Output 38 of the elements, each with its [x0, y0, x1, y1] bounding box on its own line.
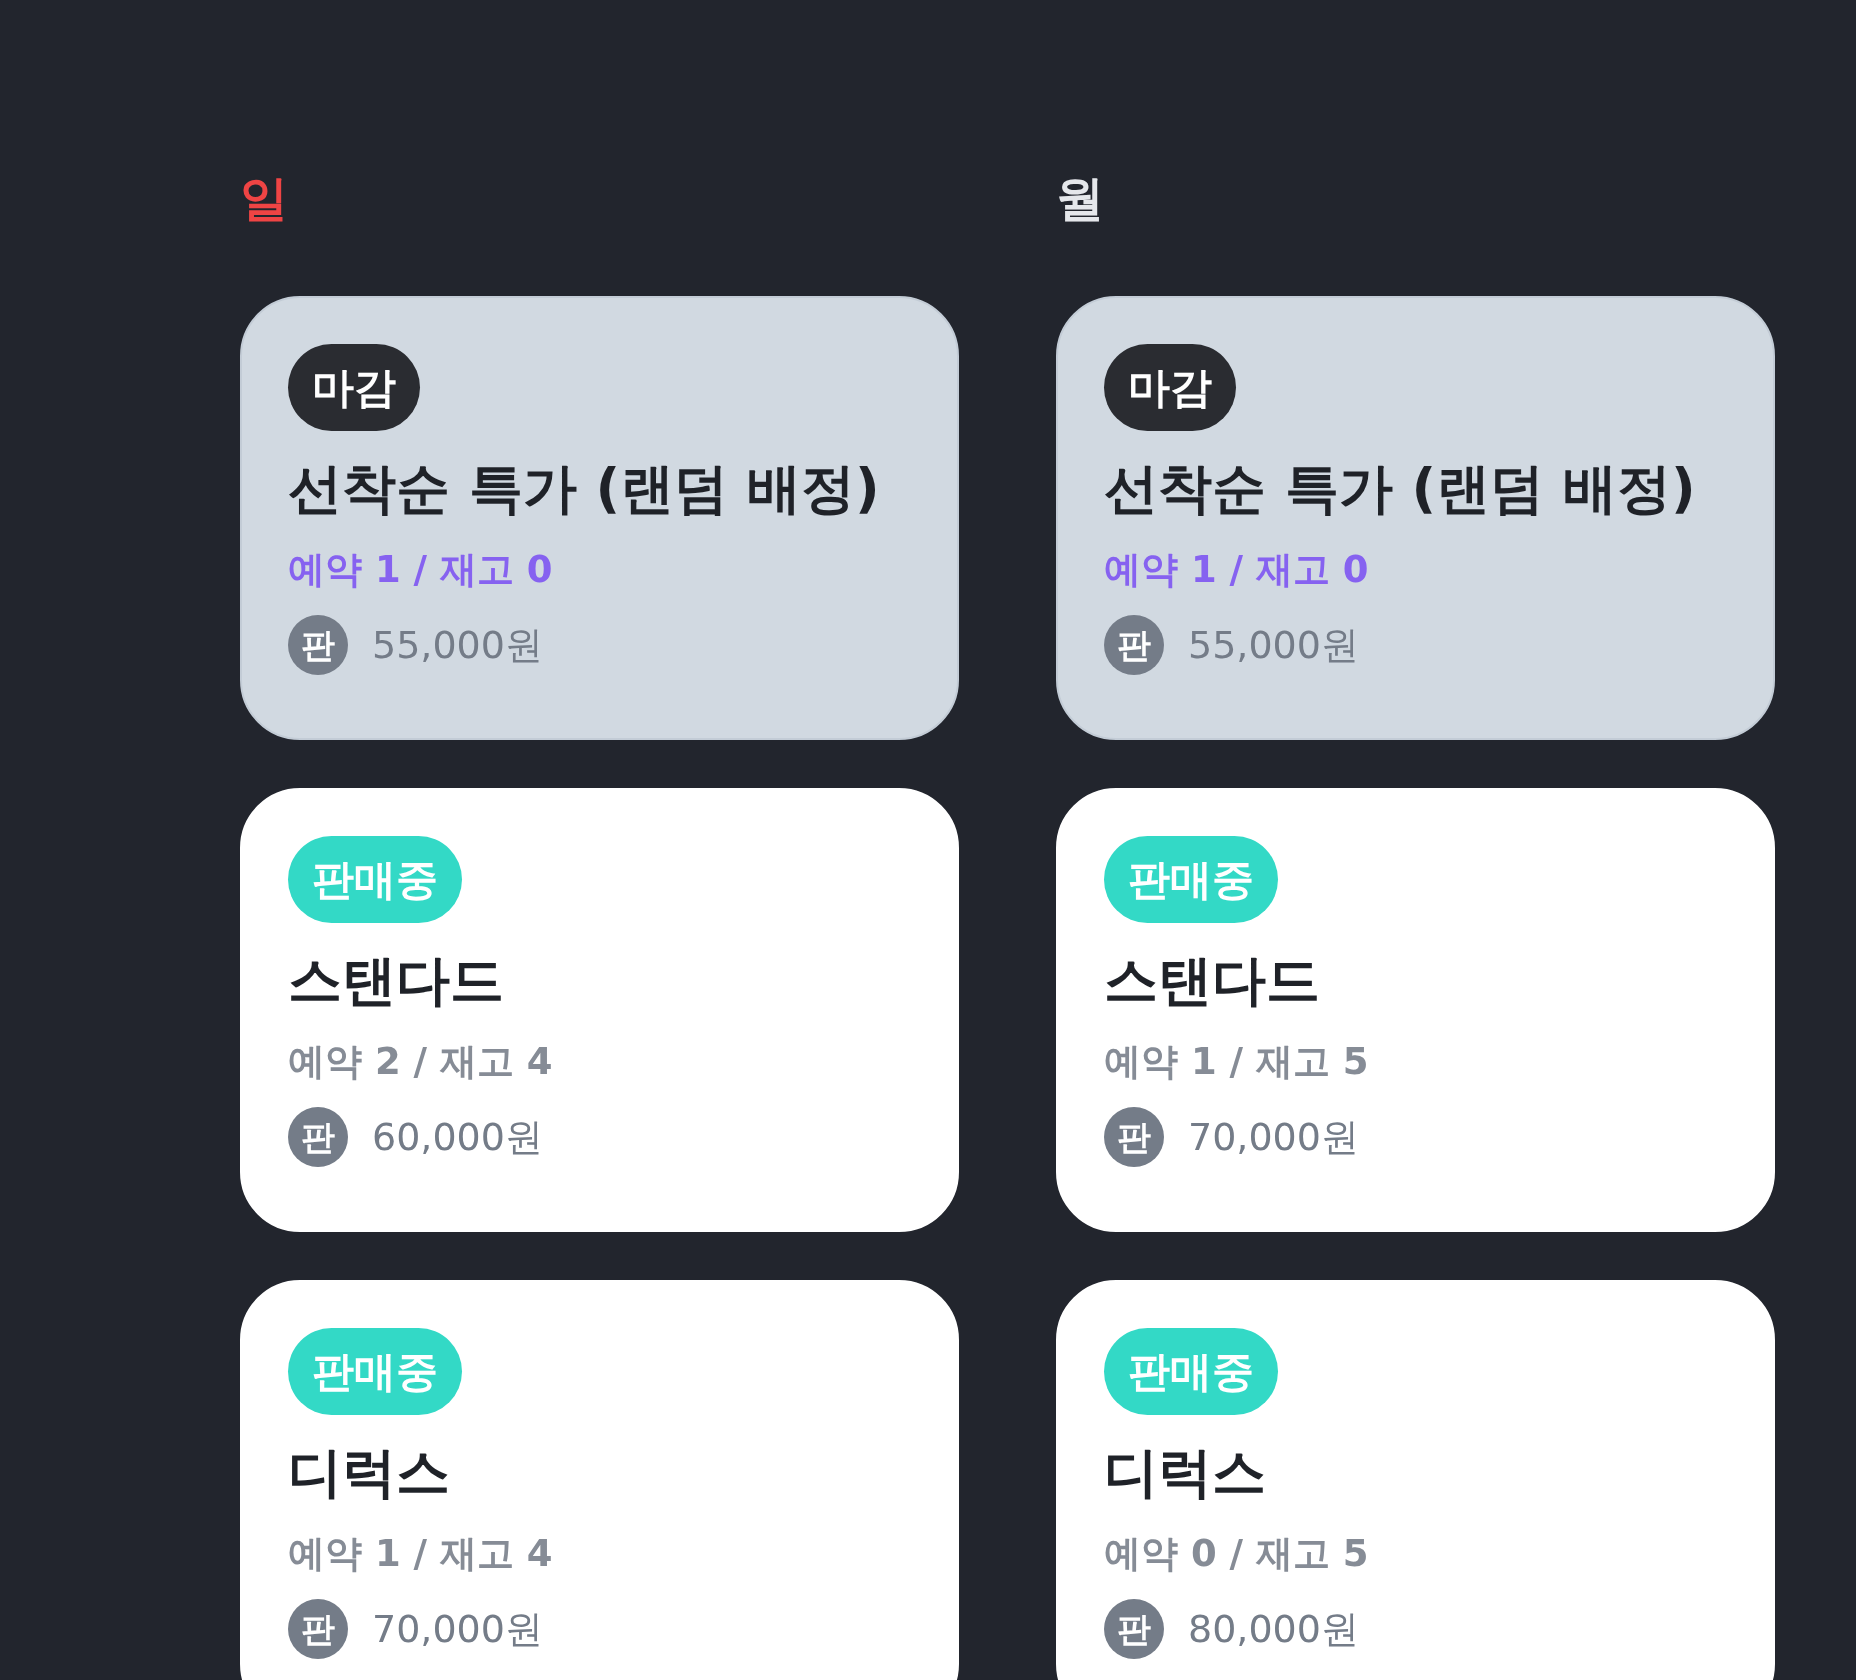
price-text: 55,000원 [372, 621, 543, 669]
stock-text: 예약 1 / 재고 4 [288, 1531, 554, 1577]
status-badge: 판매중 [1104, 836, 1278, 923]
sale-mark: 판 [1104, 1107, 1164, 1167]
status-badge: 판매중 [288, 1328, 462, 1415]
ticket-card[interactable]: 판매중 디럭스 예약 0 / 재고 5 판 80,000원 [1056, 1280, 1775, 1680]
price-text: 55,000원 [1188, 621, 1359, 669]
price-text: 70,000원 [372, 1605, 543, 1653]
price-text: 70,000원 [1188, 1113, 1359, 1161]
status-badge: 마감 [1104, 344, 1236, 431]
stock-text: 예약 1 / 재고 0 [1104, 547, 1370, 593]
day-label: 월 [1056, 169, 1105, 228]
ticket-title: 선착순 특가 (랜덤 배정) [288, 456, 881, 522]
stock-text: 예약 2 / 재고 4 [288, 1039, 554, 1085]
ticket-card[interactable]: 마감 선착순 특가 (랜덤 배정) 예약 1 / 재고 0 판 55,000원 [1056, 296, 1775, 740]
stock-text: 예약 0 / 재고 5 [1104, 1531, 1370, 1577]
ticket-title: 디럭스 [1104, 1440, 1267, 1506]
status-badge: 마감 [288, 344, 420, 431]
sale-mark: 판 [1104, 1599, 1164, 1659]
sale-mark: 판 [288, 615, 348, 675]
sale-mark: 판 [288, 1599, 348, 1659]
price-text: 60,000원 [372, 1113, 543, 1161]
ticket-card[interactable]: 판매중 디럭스 예약 1 / 재고 4 판 70,000원 [240, 1280, 959, 1680]
ticket-title: 스탠다드 [1104, 948, 1321, 1014]
stock-text: 예약 1 / 재고 5 [1104, 1039, 1370, 1085]
price-text: 80,000원 [1188, 1605, 1359, 1653]
sale-mark: 판 [1104, 615, 1164, 675]
status-badge: 판매중 [288, 836, 462, 923]
ticket-title: 선착순 특가 (랜덤 배정) [1104, 456, 1697, 522]
ticket-card[interactable]: 마감 선착순 특가 (랜덤 배정) 예약 1 / 재고 0 판 55,000원 [240, 296, 959, 740]
ticket-title: 디럭스 [288, 1440, 451, 1506]
ticket-card[interactable]: 판매중 스탠다드 예약 1 / 재고 5 판 70,000원 [1056, 788, 1775, 1232]
ticket-title: 스탠다드 [288, 948, 505, 1014]
status-badge: 판매중 [1104, 1328, 1278, 1415]
day-label: 일 [240, 169, 289, 228]
sale-mark: 판 [288, 1107, 348, 1167]
ticket-card[interactable]: 판매중 스탠다드 예약 2 / 재고 4 판 60,000원 [240, 788, 959, 1232]
stock-text: 예약 1 / 재고 0 [288, 547, 554, 593]
